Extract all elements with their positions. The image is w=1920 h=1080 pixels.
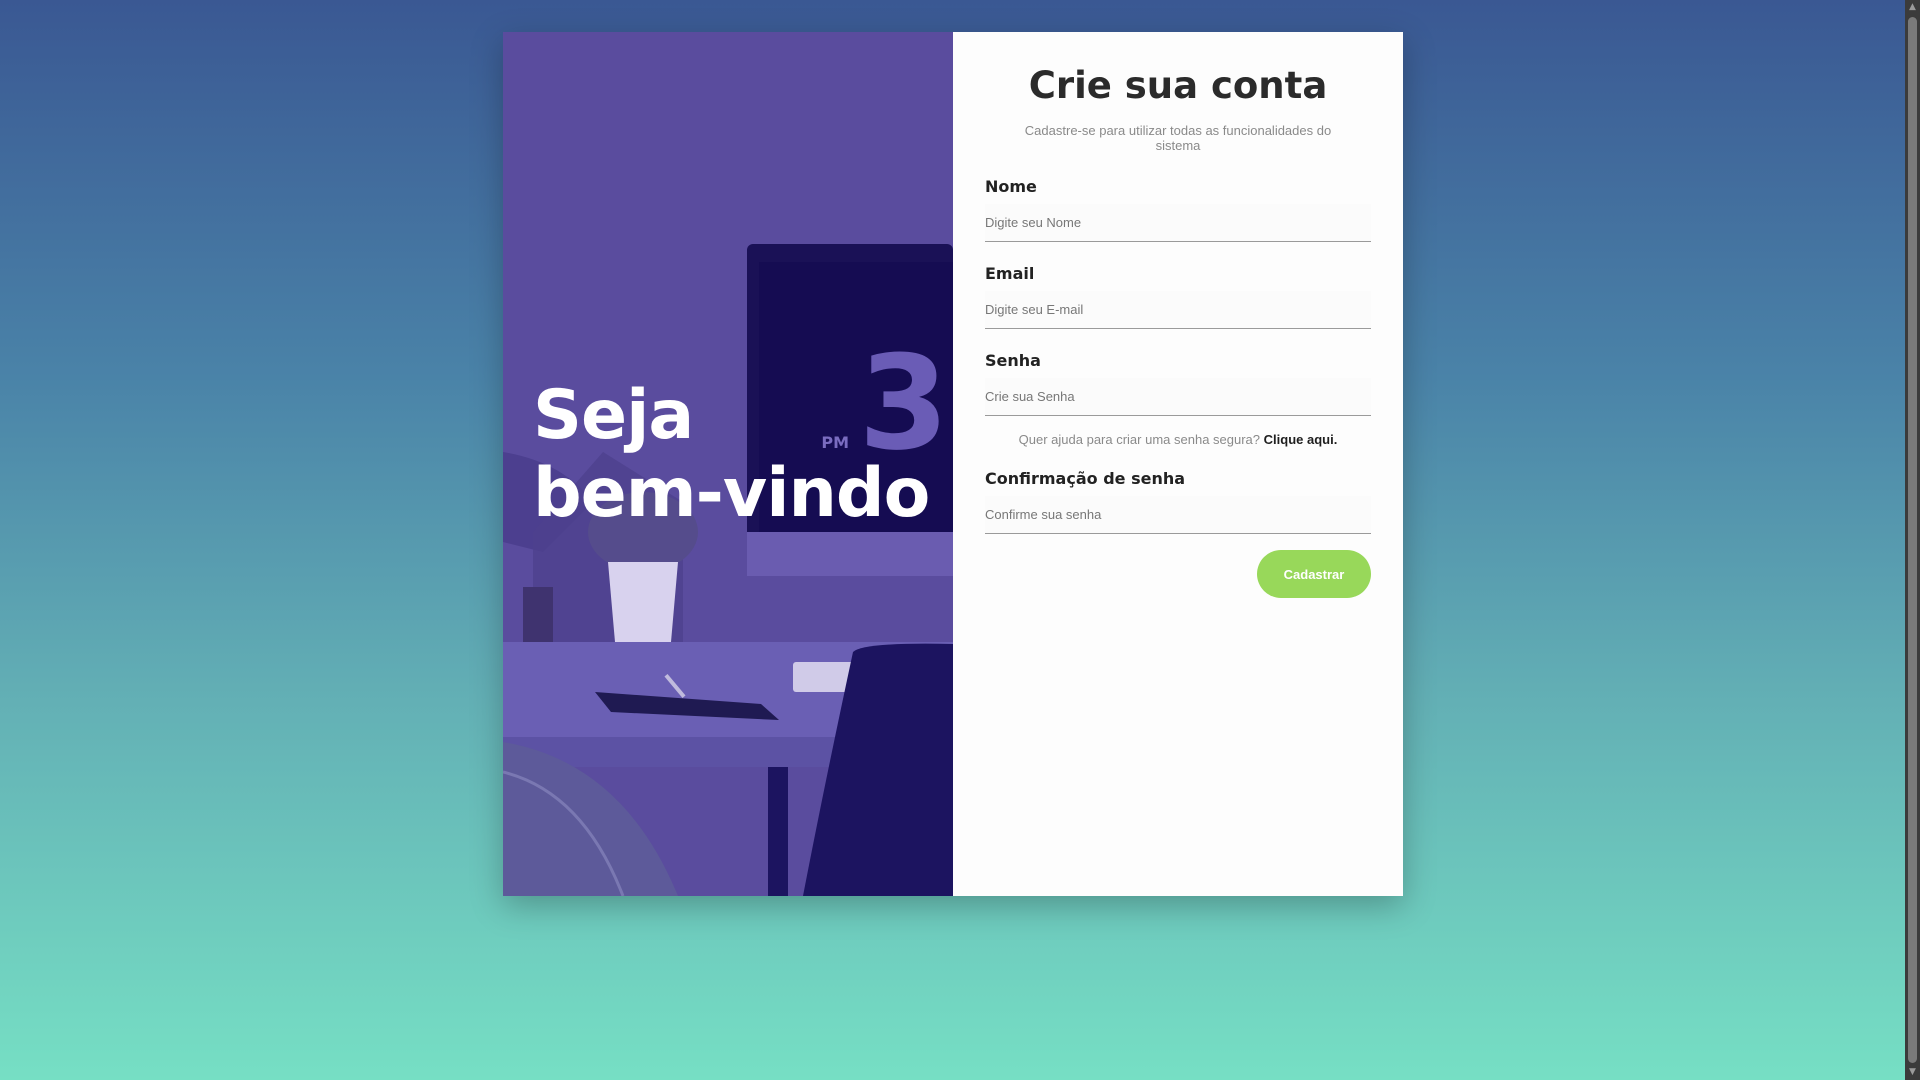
- hero-panel: 3 PM Seja bem-vindo: [503, 32, 953, 896]
- email-field: Email: [985, 264, 1371, 329]
- hero-title-line1: Seja: [533, 376, 694, 455]
- confirm-password-field: Confirmação de senha: [985, 469, 1371, 534]
- password-hint-text: Quer ajuda para criar uma senha segura?: [1018, 432, 1261, 447]
- name-field: Nome: [985, 177, 1371, 242]
- vertical-scrollbar[interactable]: ▲ ▼: [1905, 0, 1920, 1080]
- password-hint: Quer ajuda para criar uma senha segura? …: [985, 432, 1371, 447]
- password-label: Senha: [985, 351, 1041, 370]
- password-field: Senha: [985, 351, 1371, 416]
- email-label: Email: [985, 264, 1035, 283]
- form-title: Crie sua conta: [1028, 64, 1328, 107]
- hero-title-line2: bem-vindo: [533, 454, 930, 533]
- hero-title: Seja bem-vindo: [533, 376, 930, 533]
- scroll-up-icon[interactable]: ▲: [1905, 0, 1920, 15]
- scrollbar-thumb[interactable]: [1908, 17, 1917, 1063]
- password-input[interactable]: [985, 378, 1371, 416]
- form-actions: Cadastrar: [985, 550, 1371, 598]
- signup-form-panel: Crie sua conta Cadastre-se para utilizar…: [953, 32, 1403, 896]
- confirm-password-label: Confirmação de senha: [985, 469, 1186, 488]
- email-input[interactable]: [985, 291, 1371, 329]
- password-hint-link[interactable]: Clique aqui.: [1264, 432, 1338, 447]
- scroll-down-icon[interactable]: ▼: [1905, 1065, 1920, 1080]
- form-subtitle: Cadastre-se para utilizar todas as funci…: [1024, 123, 1332, 153]
- confirm-password-input[interactable]: [985, 496, 1371, 534]
- name-input[interactable]: [985, 204, 1371, 242]
- signup-card: 3 PM Seja bem-vindo Crie sua conta Cadas…: [503, 32, 1403, 896]
- submit-button[interactable]: Cadastrar: [1257, 550, 1371, 598]
- name-label: Nome: [985, 177, 1037, 196]
